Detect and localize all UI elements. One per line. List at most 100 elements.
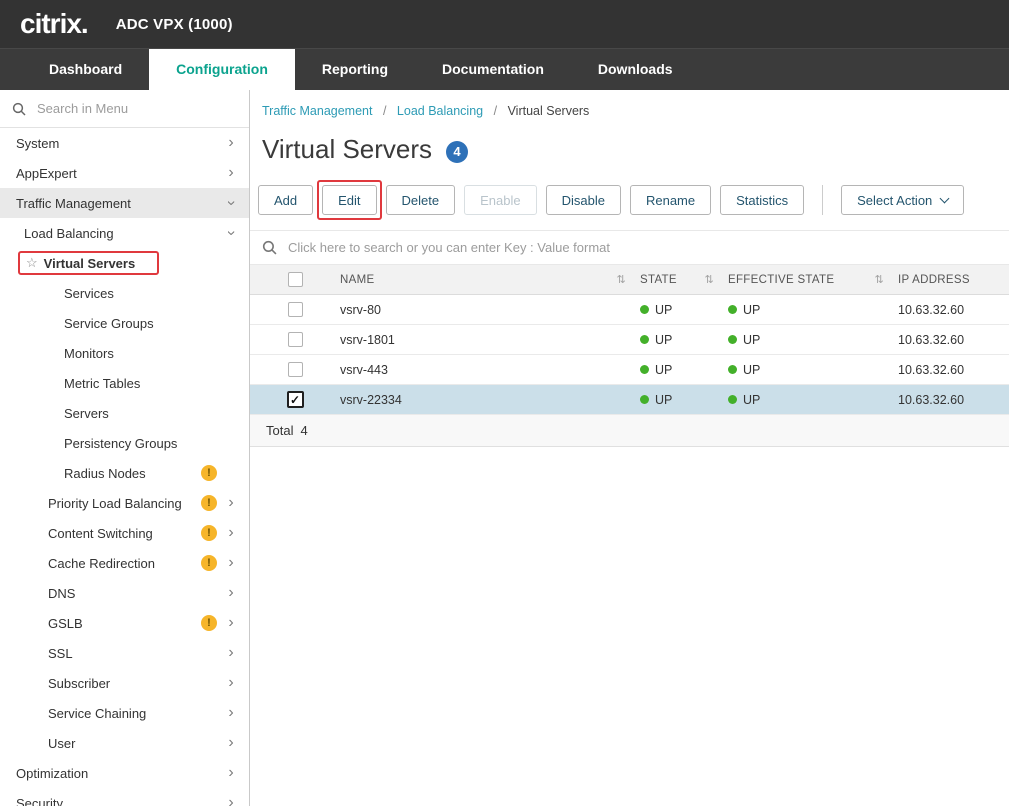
sidebar-item-subscriber[interactable]: Subscriber — [0, 668, 249, 698]
sidebar-item-label: GSLB — [48, 616, 83, 631]
citrix-logo: citrix. — [20, 8, 88, 40]
tab-downloads[interactable]: Downloads — [571, 49, 700, 90]
sidebar-search — [0, 90, 249, 128]
disable-button[interactable]: Disable — [546, 185, 621, 215]
sidebar-item-persistency-groups[interactable]: Persistency Groups — [0, 428, 249, 458]
sidebar-menu: System AppExpert Traffic Management Load… — [0, 128, 249, 806]
sidebar-item-label: Priority Load Balancing — [48, 496, 182, 511]
table-row[interactable]: vsrv-80 UP UP 10.63.32.60 — [250, 295, 1009, 325]
sidebar-item-label: Service Groups — [64, 316, 154, 331]
status-dot-green — [640, 335, 649, 344]
sidebar: System AppExpert Traffic Management Load… — [0, 90, 250, 806]
title-row: Virtual Servers 4 — [250, 118, 1009, 165]
total-label: Total — [266, 423, 293, 438]
tab-dashboard[interactable]: Dashboard — [22, 49, 149, 90]
breadcrumb-traffic-management[interactable]: Traffic Management — [262, 104, 372, 118]
select-action-dropdown[interactable]: Select Action — [841, 185, 964, 215]
sidebar-item-label: Subscriber — [48, 676, 110, 691]
sort-icon[interactable] — [874, 273, 884, 286]
sidebar-item-service-groups[interactable]: Service Groups — [0, 308, 249, 338]
status-dot-green — [728, 395, 737, 404]
table-row[interactable]: vsrv-443 UP UP 10.63.32.60 — [250, 355, 1009, 385]
table-row[interactable]: vsrv-1801 UP UP 10.63.32.60 — [250, 325, 1009, 355]
tab-documentation[interactable]: Documentation — [415, 49, 571, 90]
cell-name: vsrv-22334 — [340, 393, 640, 407]
sidebar-item-content-switching[interactable]: Content Switching — [0, 518, 249, 548]
column-header-state: STATE — [640, 274, 677, 286]
chevron-right-icon — [225, 523, 237, 543]
sidebar-item-system[interactable]: System — [0, 128, 249, 158]
sidebar-item-services[interactable]: Services — [0, 278, 249, 308]
table-row-selected[interactable]: vsrv-22334 UP UP 10.63.32.60 — [250, 385, 1009, 415]
chevron-right-icon — [225, 553, 237, 573]
row-checkbox-checked[interactable] — [287, 391, 304, 408]
sidebar-item-label: Services — [64, 286, 114, 301]
sidebar-item-ssl[interactable]: SSL — [0, 638, 249, 668]
row-checkbox[interactable] — [288, 302, 303, 317]
cell-ip-address: 10.63.32.60 — [898, 363, 1009, 377]
sidebar-item-dns[interactable]: DNS — [0, 578, 249, 608]
row-checkbox[interactable] — [288, 332, 303, 347]
table-search-input[interactable] — [286, 239, 997, 256]
tab-configuration[interactable]: Configuration — [149, 49, 295, 90]
effective-state-text: UP — [743, 393, 760, 407]
chevron-right-icon — [225, 793, 237, 806]
sidebar-item-monitors[interactable]: Monitors — [0, 338, 249, 368]
sidebar-item-appexpert[interactable]: AppExpert — [0, 158, 249, 188]
rename-button[interactable]: Rename — [630, 185, 711, 215]
sidebar-item-user[interactable]: User — [0, 728, 249, 758]
status-dot-green — [728, 365, 737, 374]
sort-icon[interactable] — [616, 273, 626, 286]
sidebar-item-service-chaining[interactable]: Service Chaining — [0, 698, 249, 728]
select-all-checkbox[interactable] — [288, 272, 303, 287]
search-icon — [12, 102, 26, 116]
page-title: Virtual Servers — [262, 134, 432, 165]
breadcrumb-load-balancing[interactable]: Load Balancing — [397, 104, 483, 118]
chevron-right-icon — [225, 583, 237, 603]
row-checkbox[interactable] — [288, 362, 303, 377]
sidebar-item-load-balancing[interactable]: Load Balancing — [0, 218, 249, 248]
sidebar-item-label: User — [48, 736, 75, 751]
sidebar-item-virtual-servers[interactable]: Virtual Servers — [0, 248, 249, 278]
sidebar-item-label: Content Switching — [48, 526, 153, 541]
status-dot-green — [728, 305, 737, 314]
sidebar-item-label: Virtual Servers — [44, 256, 136, 271]
sidebar-item-cache-redirection[interactable]: Cache Redirection — [0, 548, 249, 578]
chevron-down-icon — [940, 193, 950, 203]
chevron-down-icon — [221, 227, 241, 239]
breadcrumb-separator: / — [383, 104, 386, 118]
delete-button[interactable]: Delete — [386, 185, 456, 215]
cell-name: vsrv-80 — [340, 303, 640, 317]
chevron-right-icon — [225, 673, 237, 693]
edit-button[interactable]: Edit — [322, 185, 376, 215]
sidebar-item-priority-load-balancing[interactable]: Priority Load Balancing — [0, 488, 249, 518]
sort-icon[interactable] — [704, 273, 714, 286]
statistics-button[interactable]: Statistics — [720, 185, 804, 215]
tab-reporting[interactable]: Reporting — [295, 49, 415, 90]
toolbar: Add Edit Delete Enable Disable Rename St… — [250, 165, 1009, 215]
state-text: UP — [655, 363, 672, 377]
sidebar-search-input[interactable] — [35, 100, 237, 117]
add-button[interactable]: Add — [258, 185, 313, 215]
sidebar-item-label: Persistency Groups — [64, 436, 177, 451]
cell-name: vsrv-443 — [340, 363, 640, 377]
sidebar-item-security[interactable]: Security — [0, 788, 249, 806]
sidebar-item-gslb[interactable]: GSLB — [0, 608, 249, 638]
sidebar-item-servers[interactable]: Servers — [0, 398, 249, 428]
effective-state-text: UP — [743, 333, 760, 347]
total-value: 4 — [300, 423, 307, 438]
chevron-down-icon — [221, 197, 241, 209]
chevron-right-icon — [225, 763, 237, 783]
table-footer: Total 4 — [250, 415, 1009, 447]
cell-ip-address: 10.63.32.60 — [898, 393, 1009, 407]
sidebar-item-label: DNS — [48, 586, 75, 601]
enable-button[interactable]: Enable — [464, 185, 536, 215]
chevron-right-icon — [225, 133, 237, 153]
sidebar-item-metric-tables[interactable]: Metric Tables — [0, 368, 249, 398]
app-header: citrix. ADC VPX (1000) — [0, 0, 1009, 48]
sidebar-item-traffic-management[interactable]: Traffic Management — [0, 188, 249, 218]
sidebar-item-radius-nodes[interactable]: Radius Nodes — [0, 458, 249, 488]
cell-ip-address: 10.63.32.60 — [898, 333, 1009, 347]
count-badge: 4 — [446, 141, 468, 163]
sidebar-item-optimization[interactable]: Optimization — [0, 758, 249, 788]
